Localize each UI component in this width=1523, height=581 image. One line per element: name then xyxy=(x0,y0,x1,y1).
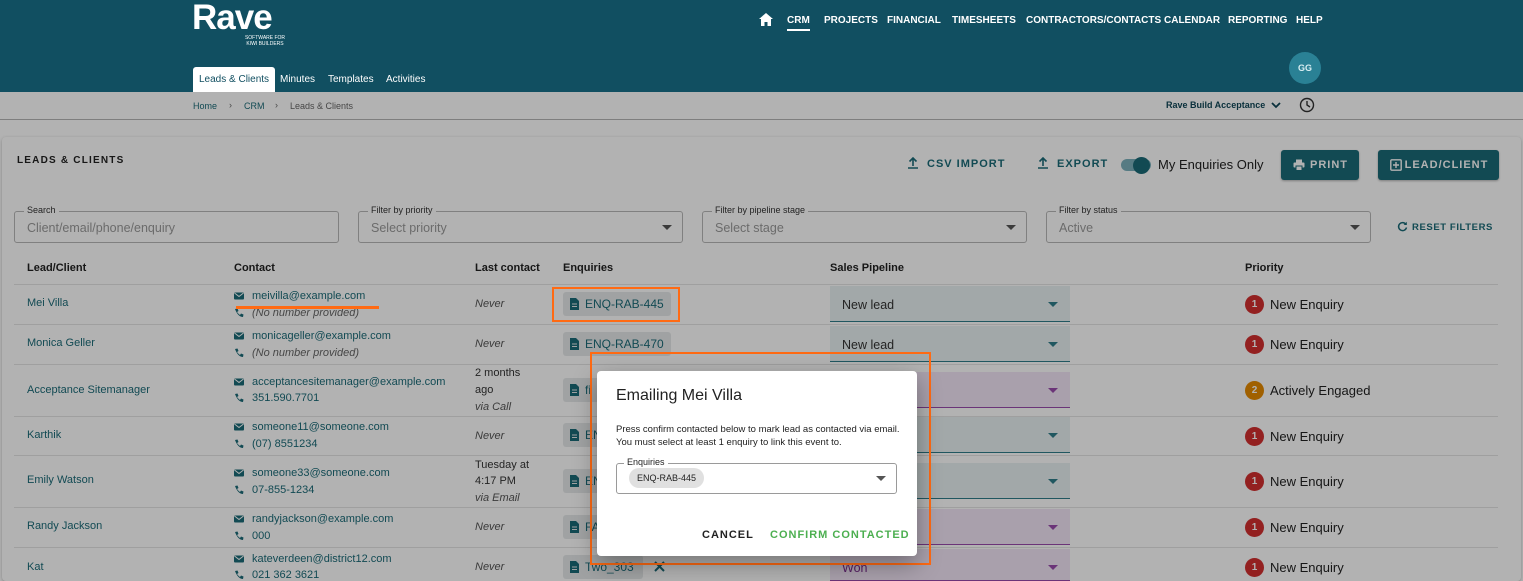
nav-crm[interactable]: CRM xyxy=(787,15,810,31)
nav-financial[interactable]: FINANCIAL xyxy=(887,15,941,26)
caret-down-icon[interactable] xyxy=(876,476,886,481)
highlight-underline xyxy=(236,306,379,309)
cancel-button[interactable]: CANCEL xyxy=(702,529,754,541)
logo-tagline: SOFTWARE FOR KIWI BUILDERS xyxy=(244,35,286,47)
email-dialog: Emailing Mei Villa Press confirm contact… xyxy=(597,371,917,556)
tab-templates[interactable]: Templates xyxy=(322,67,380,92)
home-icon[interactable] xyxy=(759,13,773,26)
nav-timesheets[interactable]: TIMESHEETS xyxy=(952,15,1016,26)
enquiry-tag[interactable]: ENQ-RAB-445 xyxy=(629,468,705,488)
rave-logo[interactable]: Rave xyxy=(192,0,273,37)
nav-contractors-contacts[interactable]: CONTRACTORS/CONTACTS xyxy=(1026,15,1161,26)
tab-minutes[interactable]: Minutes xyxy=(274,67,321,92)
user-avatar[interactable]: GG xyxy=(1289,52,1321,84)
enquiries-select-label: Enquiries xyxy=(624,457,668,467)
nav-reporting[interactable]: REPORTING xyxy=(1228,15,1287,26)
dialog-title: Emailing Mei Villa xyxy=(616,387,742,404)
nav-projects[interactable]: PROJECTS xyxy=(824,15,878,26)
confirm-contacted-button[interactable]: CONFIRM CONTACTED xyxy=(770,529,910,541)
nav-calendar[interactable]: CALENDAR xyxy=(1164,15,1220,26)
dialog-message: Press confirm contacted below to mark le… xyxy=(616,424,900,448)
tab-leads-clients[interactable]: Leads & Clients xyxy=(193,67,276,92)
tab-activities[interactable]: Activities xyxy=(380,67,431,92)
nav-help[interactable]: HELP xyxy=(1296,15,1323,26)
